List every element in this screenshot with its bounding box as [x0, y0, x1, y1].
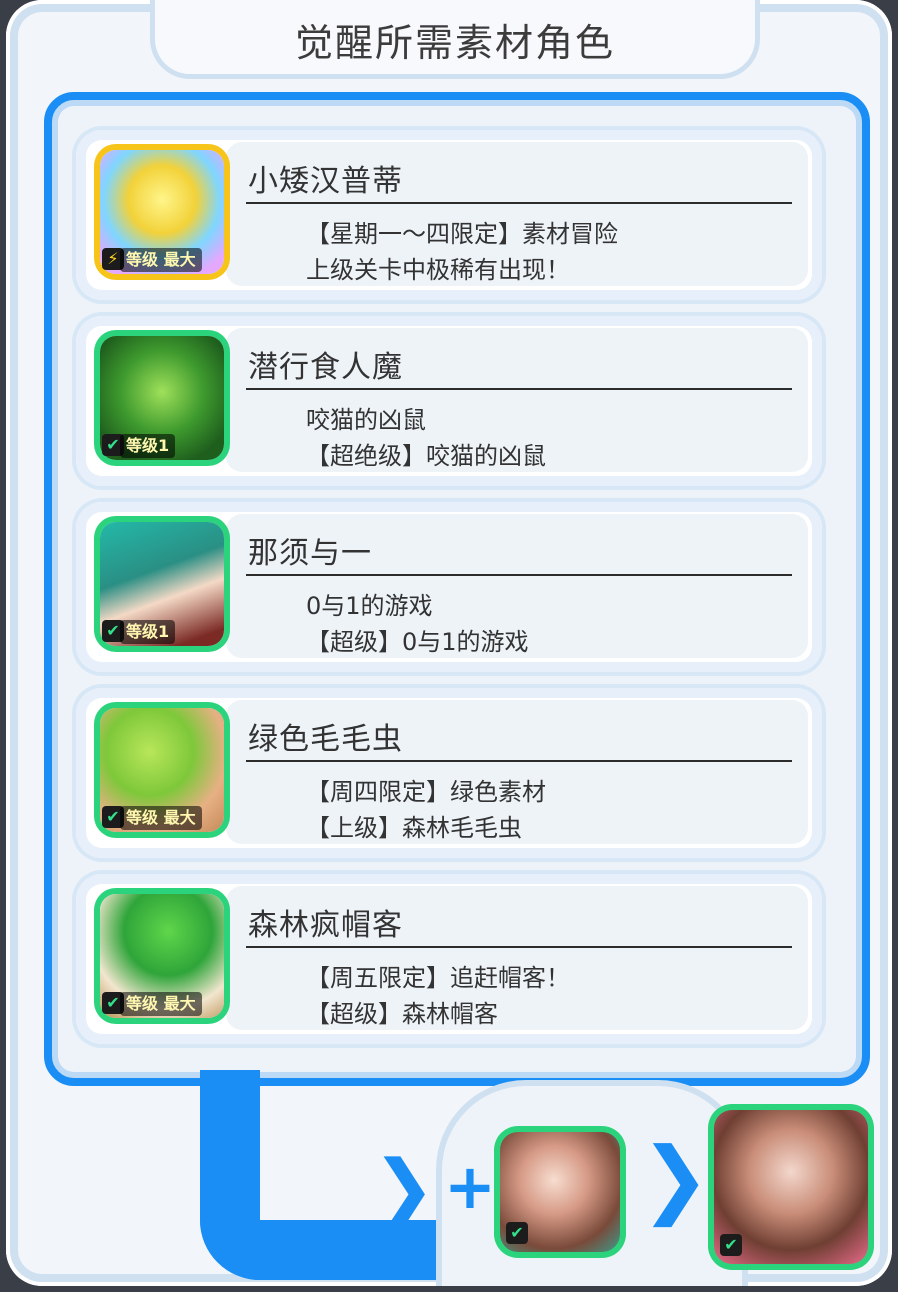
level-badge: 等级 最大	[120, 248, 202, 272]
quest-location: 【超级】森林帽客	[306, 1000, 498, 1028]
level-badge: 等级 最大	[120, 992, 202, 1016]
chevron-right-icon: ❯	[372, 1143, 436, 1232]
pink-flower-girl-icon[interactable]: ✔	[494, 1126, 626, 1258]
quest-location: 上级关卡中极稀有出现！	[306, 256, 570, 284]
quest-location: 【上级】森林毛毛虫	[306, 814, 522, 842]
material-card[interactable]: ✔ 等级1 那须与一 0与1的游戏 【超级】0与1的游戏	[76, 502, 822, 672]
divider	[246, 202, 792, 204]
quest-location: 咬猫的凶鼠	[306, 406, 426, 434]
divider	[246, 946, 792, 948]
gold-egg-creature-icon[interactable]: ⚡ 等级 最大	[94, 144, 230, 280]
material-card[interactable]: ✔ 等级 最大 绿色毛毛虫 【周四限定】绿色素材 【上级】森林毛毛虫	[76, 688, 822, 858]
plus-icon: +	[444, 1150, 496, 1223]
material-card[interactable]: ✔ 等级 最大 森林疯帽客 【周五限定】追赶帽客！ 【超级】森林帽客	[76, 874, 822, 1044]
chevron-right-icon: ❯	[640, 1129, 711, 1227]
divider	[246, 388, 792, 390]
quest-location: 【周五限定】追赶帽客！	[306, 964, 570, 992]
divider	[246, 760, 792, 762]
quest-location: 【超级】0与1的游戏	[306, 628, 529, 656]
quest-location: 【超绝级】咬猫的凶鼠	[306, 442, 546, 470]
title-tab: 觉醒所需素材角色	[150, 0, 760, 79]
awakened-pink-flower-girl-icon[interactable]: ✔	[708, 1104, 874, 1270]
dialog-title: 觉醒所需素材角色	[294, 21, 615, 65]
wood-element-icon: ✔	[506, 1222, 528, 1244]
quest-location: 0与1的游戏	[306, 592, 433, 620]
divider	[246, 574, 792, 576]
material-name: 绿色毛毛虫	[248, 722, 403, 757]
material-name: 那须与一	[248, 536, 372, 571]
material-name: 小矮汉普蒂	[248, 164, 403, 199]
quest-location: 【周四限定】绿色素材	[306, 778, 546, 806]
green-caterpillar-icon[interactable]: ✔ 等级 最大	[94, 702, 230, 838]
green-hatter-icon[interactable]: ✔ 等级 最大	[94, 888, 230, 1024]
wood-element-icon: ✔	[720, 1234, 742, 1256]
material-card[interactable]: ⚡ 等级 最大 小矮汉普蒂 【星期一～四限定】素材冒险 上级关卡中极稀有出现！	[76, 130, 822, 300]
material-name: 森林疯帽客	[248, 908, 403, 943]
level-badge: 等级1	[120, 434, 176, 458]
level-badge: 等级1	[120, 620, 176, 644]
green-dragon-icon[interactable]: ✔ 等级1	[94, 330, 230, 466]
level-badge: 等级 最大	[120, 806, 202, 830]
green-hair-character-icon[interactable]: ✔ 等级1	[94, 516, 230, 652]
material-name: 潜行食人魔	[248, 350, 403, 385]
quest-location: 【星期一～四限定】素材冒险	[306, 220, 618, 248]
material-card[interactable]: ✔ 等级1 潜行食人魔 咬猫的凶鼠 【超绝级】咬猫的凶鼠	[76, 316, 822, 486]
